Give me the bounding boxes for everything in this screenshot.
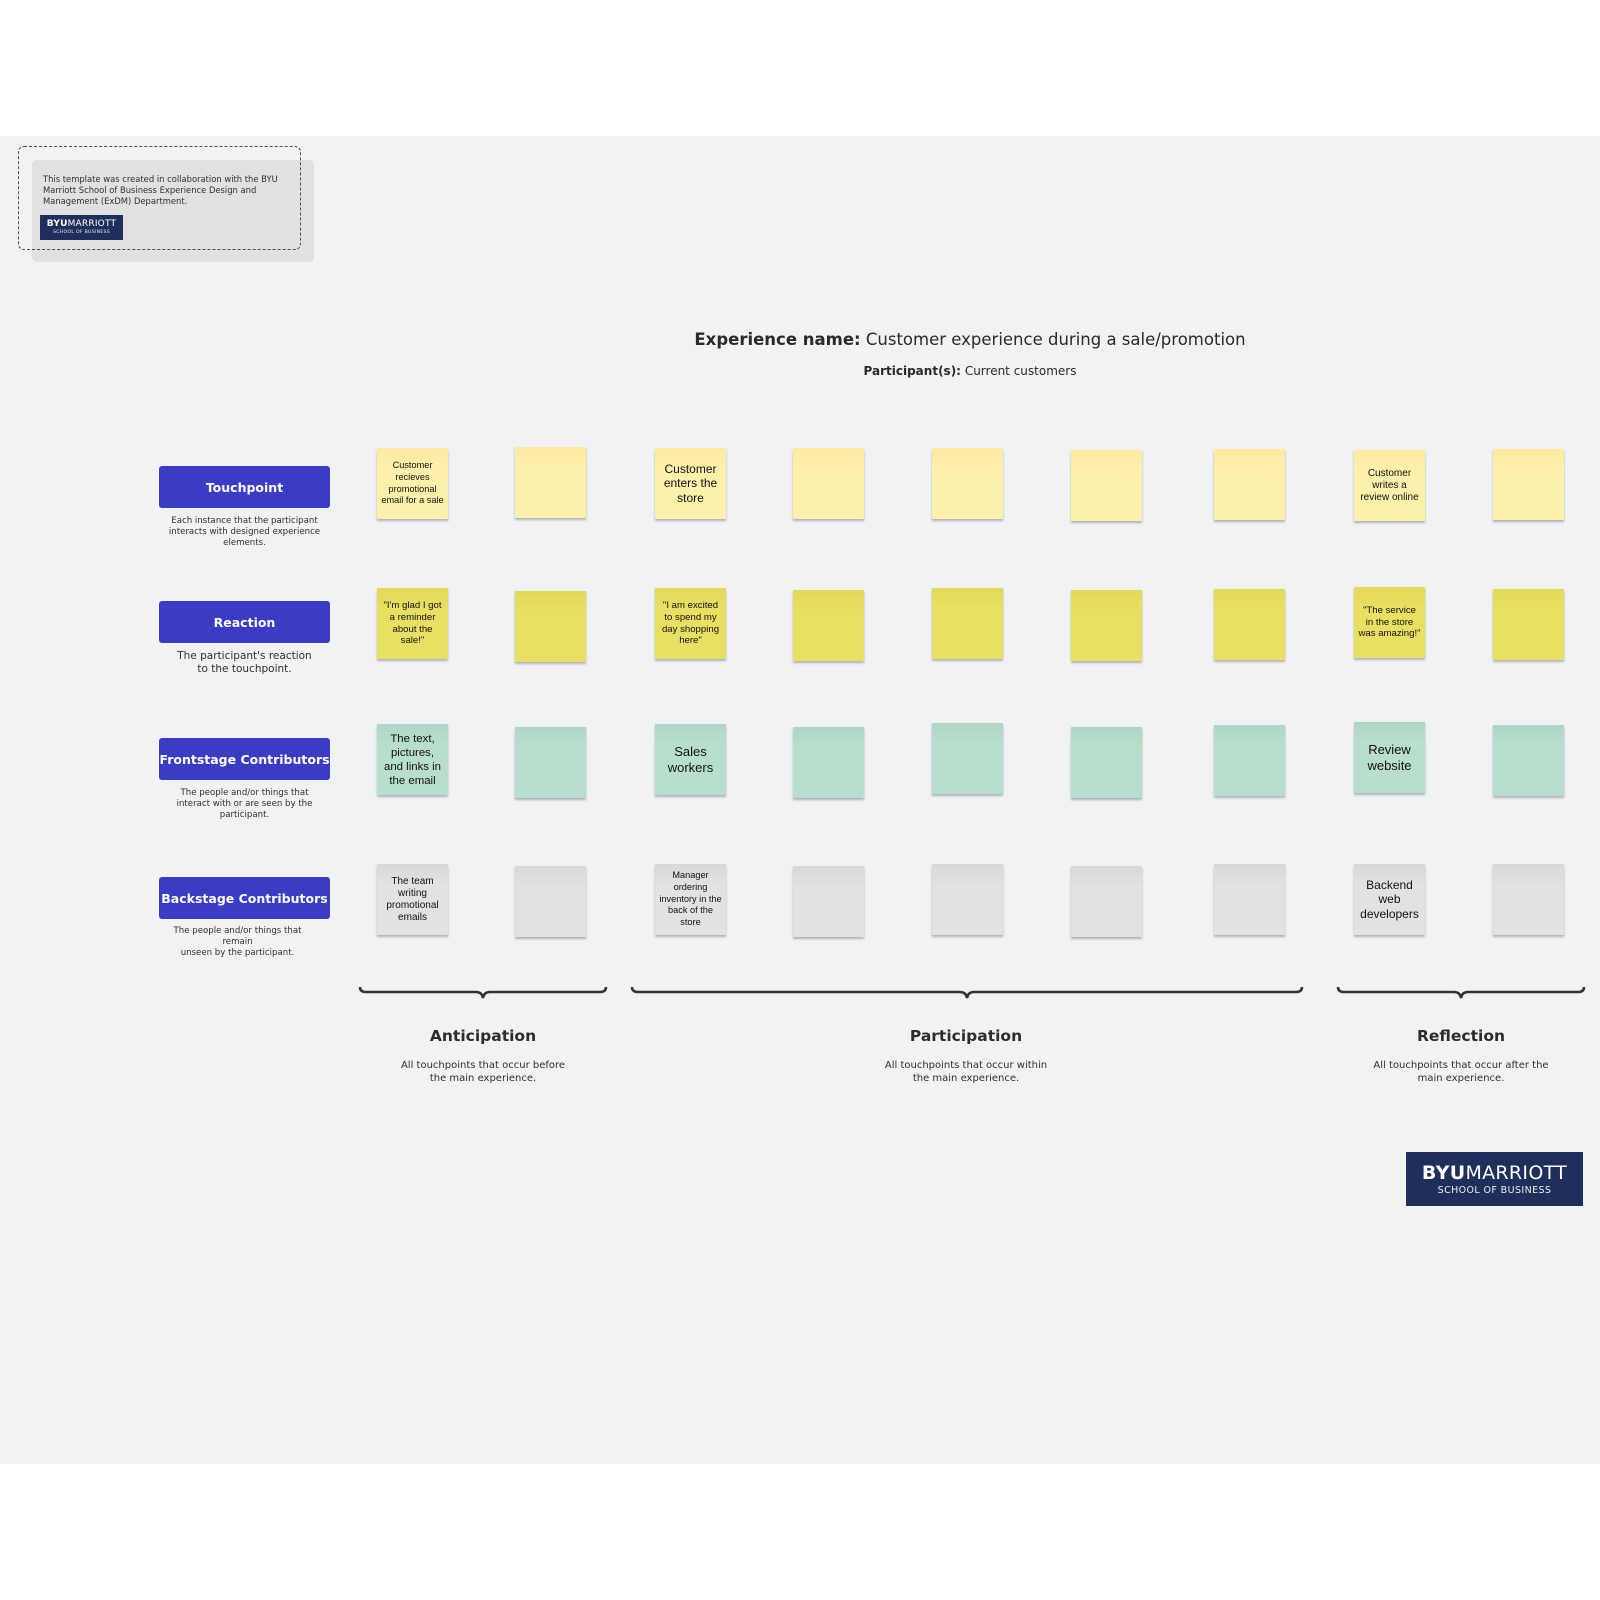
sticky-note-frontstage[interactable] [515, 727, 586, 798]
sticky-note-frontstage[interactable]: Review website [1354, 722, 1425, 793]
row-label-reaction[interactable]: Reaction [159, 601, 330, 643]
sticky-note-text: The text, pictures, and links in the ema… [384, 732, 441, 787]
sticky-note-text: "I am excited to spend my day shopping h… [661, 600, 720, 647]
sticky-note-reaction[interactable] [1071, 590, 1142, 661]
row-desc-touchpoint: Each instance that the participant inter… [168, 516, 321, 548]
phase-title-participation: Participation [909, 1027, 1023, 1045]
sticky-note-frontstage[interactable] [1493, 725, 1564, 796]
sticky-note-backstage[interactable]: Manager ordering inventory in the back o… [655, 864, 726, 935]
sticky-note-frontstage[interactable] [793, 727, 864, 798]
sticky-note-frontstage[interactable]: The text, pictures, and links in the ema… [377, 724, 448, 795]
footer-logo-sub: SCHOOL OF BUSINESS [1437, 1185, 1552, 1196]
sticky-note-backstage[interactable] [1214, 864, 1285, 935]
sticky-note-backstage[interactable] [793, 866, 864, 937]
phase-desc-reflection: All touchpoints that occur after the mai… [1373, 1060, 1549, 1084]
sticky-note-backstage[interactable] [932, 864, 1003, 935]
logo-light: MARRIOTT [67, 219, 117, 229]
sticky-note-backstage[interactable]: The team writing promotional emails [377, 864, 448, 935]
experience-name-label: Experience name: [694, 330, 861, 349]
sticky-note-backstage[interactable] [1493, 864, 1564, 935]
sticky-note-text: Manager ordering inventory in the back o… [659, 870, 722, 928]
sticky-note-text: "The service in the store was amazing!" [1358, 605, 1421, 640]
logo-bold: BYU [46, 219, 68, 229]
participants-value: Current customers [964, 364, 1077, 378]
sticky-note-text: Sales workers [667, 744, 714, 775]
row-desc-frontstage: The people and/or things that interact w… [176, 788, 313, 820]
participants[interactable]: Participant(s): Current customers [700, 364, 1240, 378]
phase-title-reflection: Reflection [1416, 1027, 1506, 1045]
reflection-brace [1336, 986, 1586, 999]
sticky-note-frontstage[interactable] [1214, 725, 1285, 796]
row-desc-reaction: The participant's reaction to the touchp… [177, 650, 312, 675]
byu-marriott-logo: BYUMARRIOTT SCHOOL OF BUSINESS [1406, 1152, 1583, 1206]
sticky-note-text: "I'm glad I got a reminder about the sal… [383, 600, 442, 647]
sticky-note-touchpoint[interactable] [1493, 449, 1564, 520]
sticky-note-text: Review website [1367, 742, 1412, 773]
sticky-note-reaction[interactable] [932, 588, 1003, 659]
sticky-note-text: Backend web developers [1360, 877, 1419, 921]
sticky-note-reaction[interactable] [515, 591, 586, 662]
row-label-touchpoint[interactable]: Touchpoint [159, 466, 330, 508]
sticky-note-touchpoint[interactable] [932, 448, 1003, 519]
sticky-note-text: The team writing promotional emails [386, 875, 439, 923]
row-desc-backstage: The people and/or things that remain uns… [173, 926, 302, 958]
sticky-note-reaction[interactable] [1214, 589, 1285, 660]
sticky-note-reaction[interactable]: "I'm glad I got a reminder about the sal… [377, 588, 448, 659]
participation-brace [630, 986, 1304, 999]
sticky-note-frontstage[interactable] [1071, 727, 1142, 798]
sticky-note-frontstage[interactable] [932, 723, 1003, 794]
sticky-note-touchpoint[interactable] [793, 448, 864, 519]
footer-logo-bold: BYU [1421, 1162, 1466, 1184]
participants-label: Participant(s): [863, 364, 961, 378]
phase-title-anticipation: Anticipation [429, 1027, 537, 1045]
sticky-note-touchpoint[interactable]: Customer recieves promotional email for … [377, 448, 448, 519]
sticky-note-reaction[interactable]: "The service in the store was amazing!" [1354, 587, 1425, 658]
sticky-note-backstage[interactable] [1071, 866, 1142, 937]
sticky-note-touchpoint[interactable]: Customer writes a review online [1354, 450, 1425, 521]
sticky-note-reaction[interactable]: "I am excited to spend my day shopping h… [655, 588, 726, 659]
sticky-note-reaction[interactable] [1493, 589, 1564, 660]
sticky-note-touchpoint[interactable] [515, 447, 586, 518]
row-label-backstage[interactable]: Backstage Contributors [159, 877, 330, 919]
row-label-frontstage[interactable]: Frontstage Contributors [159, 738, 330, 780]
sticky-note-frontstage[interactable]: Sales workers [655, 724, 726, 795]
attribution-text: This template was created in collaborati… [43, 174, 278, 206]
sticky-note-text: Customer writes a review online [1360, 467, 1419, 503]
sticky-note-touchpoint[interactable]: Customer enters the store [655, 448, 726, 519]
byu-marriott-logo-small: BYUMARRIOTT SCHOOL OF BUSINESS [40, 215, 123, 240]
sticky-note-backstage[interactable] [515, 866, 586, 937]
phase-desc-participation: All touchpoints that occur within the ma… [884, 1060, 1048, 1084]
sticky-note-text: Customer enters the store [663, 461, 718, 505]
footer-logo-light: MARRIOTT [1465, 1162, 1568, 1184]
logo-sub: SCHOOL OF BUSINESS [53, 230, 110, 235]
phase-desc-anticipation: All touchpoints that occur before the ma… [400, 1060, 566, 1084]
sticky-note-backstage[interactable]: Backend web developers [1354, 864, 1425, 935]
sticky-note-text: Customer recieves promotional email for … [381, 459, 444, 506]
sticky-note-reaction[interactable] [793, 590, 864, 661]
experience-name-value: Customer experience during a sale/promot… [865, 330, 1246, 349]
experience-name[interactable]: Experience name: Customer experience dur… [600, 330, 1340, 349]
anticipation-brace [358, 986, 608, 999]
sticky-note-touchpoint[interactable] [1071, 450, 1142, 521]
sticky-note-touchpoint[interactable] [1214, 449, 1285, 520]
